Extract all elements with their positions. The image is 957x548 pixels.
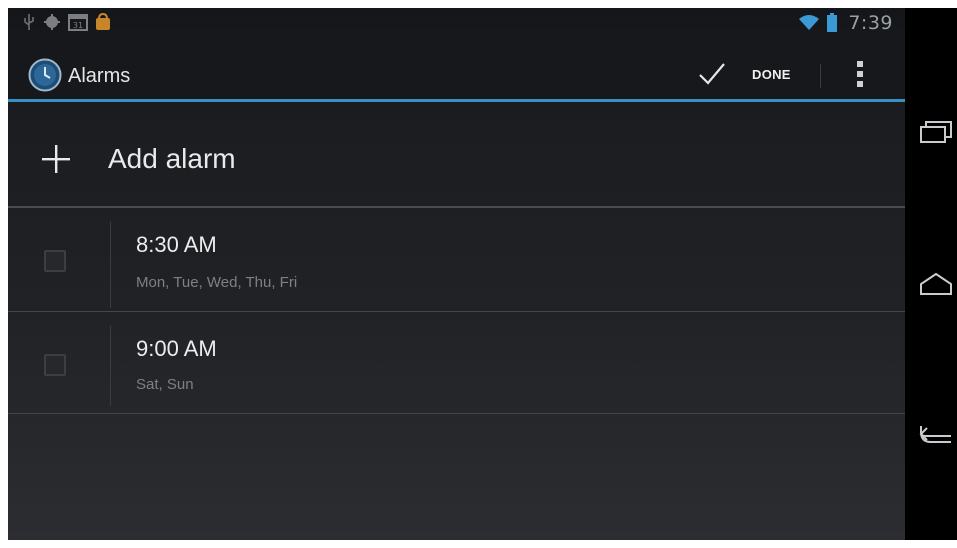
usb-icon	[24, 14, 34, 30]
android-debug-icon	[44, 14, 60, 30]
checkmark-icon[interactable]	[698, 60, 726, 88]
alarm-days: Mon, Tue, Wed, Thu, Fri	[136, 274, 298, 291]
recent-apps-icon[interactable]	[919, 120, 953, 144]
overflow-dot	[857, 61, 863, 67]
overflow-menu-icon[interactable]	[850, 58, 870, 90]
wifi-icon	[799, 15, 819, 30]
alarm-separator	[110, 326, 111, 406]
overflow-dot	[857, 71, 863, 77]
alarm-time: 9:00 AM	[136, 336, 217, 361]
alarm-days: Sat, Sun	[136, 376, 194, 393]
action-bar-divider	[820, 64, 821, 88]
add-alarm-label: Add alarm	[108, 143, 236, 174]
status-time: 7:39	[848, 12, 893, 34]
home-icon[interactable]	[919, 272, 953, 296]
battery-icon	[827, 13, 837, 32]
alarm-enable-checkbox[interactable]	[44, 354, 66, 376]
page-title[interactable]: Alarms	[68, 65, 130, 88]
svg-text:31: 31	[73, 21, 83, 30]
shop-bag-icon	[96, 13, 110, 30]
navigation-bar	[905, 8, 957, 540]
divider	[8, 413, 905, 414]
calendar-icon: 31	[68, 14, 88, 31]
status-bar: 31 7:39	[8, 8, 905, 36]
back-icon[interactable]	[919, 422, 953, 446]
alarm-time: 8:30 AM	[136, 232, 217, 257]
action-bar: Alarms DONE	[8, 36, 905, 102]
alarm-separator	[110, 222, 111, 308]
done-label[interactable]: DONE	[752, 67, 791, 82]
overflow-dot	[857, 81, 863, 87]
clock-icon[interactable]	[28, 58, 62, 92]
alarm-enable-checkbox[interactable]	[44, 250, 66, 272]
alarm-item[interactable]: 9:00 AM Sat, Sun	[8, 312, 905, 416]
alarm-screen: 31 7:39 Alarms DONE Add alarm 8:30 AM Mo…	[8, 8, 905, 540]
add-alarm-button[interactable]: Add alarm	[8, 105, 905, 205]
alarm-item[interactable]: 8:30 AM Mon, Tue, Wed, Thu, Fri	[8, 208, 905, 312]
frame-edge	[0, 540, 957, 548]
plus-icon	[42, 145, 70, 173]
